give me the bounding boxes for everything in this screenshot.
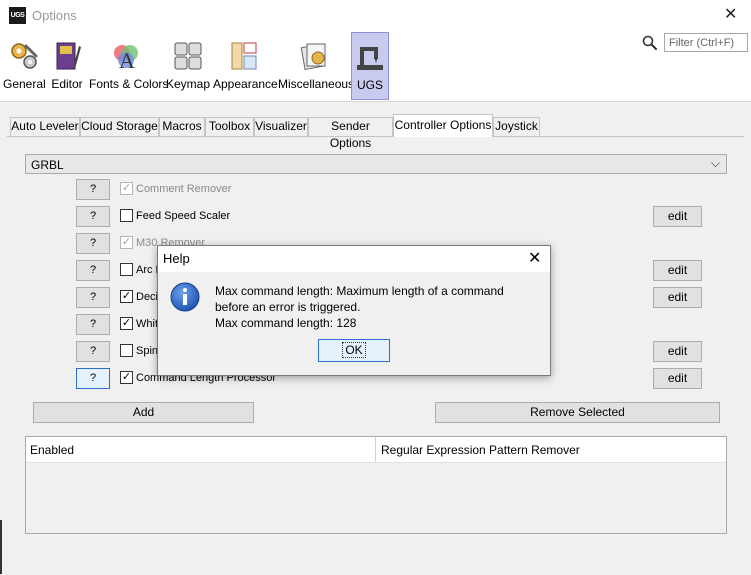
category-ugs-label: UGS: [356, 78, 383, 92]
add-button[interactable]: Add: [33, 402, 254, 423]
help-button-decimal-processor[interactable]: ?: [76, 287, 110, 308]
category-appearance-label: Appearance: [213, 77, 278, 91]
category-keymap[interactable]: Keymap: [166, 32, 211, 100]
window-edge: [0, 520, 2, 574]
window-titlebar: [0, 0, 751, 32]
help-dialog-message: Max command length: Maximum length of a …: [215, 283, 504, 331]
help-dialog-title: Help: [163, 251, 190, 266]
category-editor[interactable]: Editor: [49, 32, 85, 100]
processor-label-comment-remover: Comment Remover: [136, 183, 232, 195]
edit-button-feed-speed-scaler[interactable]: edit: [653, 206, 702, 227]
edit-button-spindle-processor[interactable]: edit: [653, 341, 702, 362]
tab-cloud-storage[interactable]: Cloud Storage: [80, 117, 159, 136]
checkbox-m30-remover[interactable]: ✓: [120, 236, 133, 249]
category-ugs[interactable]: UGS: [351, 32, 389, 100]
checkbox-whitespace-processor[interactable]: ✓: [120, 317, 133, 330]
checkbox-decimal-processor[interactable]: ✓: [120, 290, 133, 303]
column-header-pattern[interactable]: Regular Expression Pattern Remover: [381, 443, 580, 457]
remove-selected-button[interactable]: Remove Selected: [435, 402, 720, 423]
info-icon: [170, 282, 200, 312]
ok-button[interactable]: OK: [318, 339, 390, 362]
edit-button-decimal-processor[interactable]: edit: [653, 287, 702, 308]
table-header: Enabled Regular Expression Pattern Remov…: [26, 437, 726, 463]
checkbox-command-length-processor[interactable]: ✓: [120, 371, 133, 384]
firmware-select-value: GRBL: [31, 158, 64, 172]
help-button-arc-expander[interactable]: ?: [76, 260, 110, 281]
tab-joystick[interactable]: Joystick: [493, 117, 540, 136]
category-fonts-colors[interactable]: A Fonts & Colors: [89, 32, 169, 100]
category-editor-label: Editor: [51, 77, 83, 91]
ugs-machine-icon: [357, 47, 383, 70]
gears-icon: [11, 43, 38, 69]
help-message-line: before an error is triggered.: [215, 300, 361, 314]
help-message-line: Max command length: Maximum length of a …: [215, 284, 504, 298]
tab-controller-options[interactable]: Controller Options: [393, 114, 493, 137]
edit-button-command-length-processor[interactable]: edit: [653, 368, 702, 389]
category-appearance[interactable]: Appearance: [213, 32, 278, 100]
checkbox-spindle-processor[interactable]: [120, 344, 133, 357]
processor-label-decimal-processor: Deci: [136, 291, 159, 303]
toolbar-separator: [0, 101, 751, 102]
window-title: Options: [32, 8, 77, 23]
processor-label-whitespace-processor: Whit: [136, 318, 158, 330]
checkbox-comment-remover[interactable]: ✓: [120, 182, 133, 195]
category-miscellaneous[interactable]: Miscellaneous: [278, 32, 355, 100]
help-dialog: Help ✕ Max command length: Maximum lengt…: [157, 245, 551, 376]
appearance-windows-icon: [231, 42, 256, 70]
tab-toolbox[interactable]: Toolbox: [205, 117, 254, 136]
tab-visualizer[interactable]: Visualizer: [254, 117, 308, 136]
column-divider: [375, 437, 376, 462]
category-miscellaneous-label: Miscellaneous: [278, 77, 355, 91]
firmware-select[interactable]: GRBL ⌵: [25, 154, 727, 174]
column-header-enabled[interactable]: Enabled: [30, 443, 74, 457]
app-logo-icon: UGS: [9, 7, 26, 24]
regex-pattern-table[interactable]: Enabled Regular Expression Pattern Remov…: [25, 436, 727, 534]
help-button-spindle-processor[interactable]: ?: [76, 341, 110, 362]
ok-button-label: OK: [342, 342, 366, 358]
book-pen-icon: [56, 42, 81, 70]
miscellaneous-icon: [300, 43, 325, 70]
processor-label-feed-speed-scaler: Feed Speed Scaler: [136, 210, 231, 222]
checkbox-arc-expander[interactable]: [120, 263, 133, 276]
search-icon: [642, 35, 657, 50]
category-general[interactable]: General: [3, 32, 46, 100]
window-close-button[interactable]: ✕: [724, 4, 737, 24]
checkbox-feed-speed-scaler[interactable]: [120, 209, 133, 222]
tab-auto-leveler[interactable]: Auto Leveler: [10, 117, 80, 136]
help-button-command-length-processor[interactable]: ?: [76, 368, 110, 389]
help-dialog-titlebar: Help ✕: [158, 246, 550, 272]
processor-label-spindle-processor: Spin: [136, 345, 159, 357]
keyboard-keys-icon: [174, 42, 201, 70]
help-dialog-close-button[interactable]: ✕: [528, 248, 541, 268]
help-button-comment-remover[interactable]: ?: [76, 179, 110, 200]
category-general-label: General: [3, 77, 46, 91]
filter-search-input[interactable]: [664, 33, 748, 52]
svg-text:A: A: [119, 48, 135, 72]
fonts-colors-icon: A: [113, 45, 138, 72]
category-keymap-label: Keymap: [166, 77, 211, 91]
help-button-feed-speed-scaler[interactable]: ?: [76, 206, 110, 227]
category-fonts-colors-label: Fonts & Colors: [89, 77, 169, 91]
chevron-down-icon: ⌵: [710, 156, 720, 170]
tab-sender-options[interactable]: Sender Options: [308, 117, 393, 150]
tab-macros[interactable]: Macros: [159, 117, 205, 136]
edit-button-arc-expander[interactable]: edit: [653, 260, 702, 281]
help-message-line: Max command length: 128: [215, 316, 357, 330]
help-button-m30-remover[interactable]: ?: [76, 233, 110, 254]
help-button-whitespace-processor[interactable]: ?: [76, 314, 110, 335]
